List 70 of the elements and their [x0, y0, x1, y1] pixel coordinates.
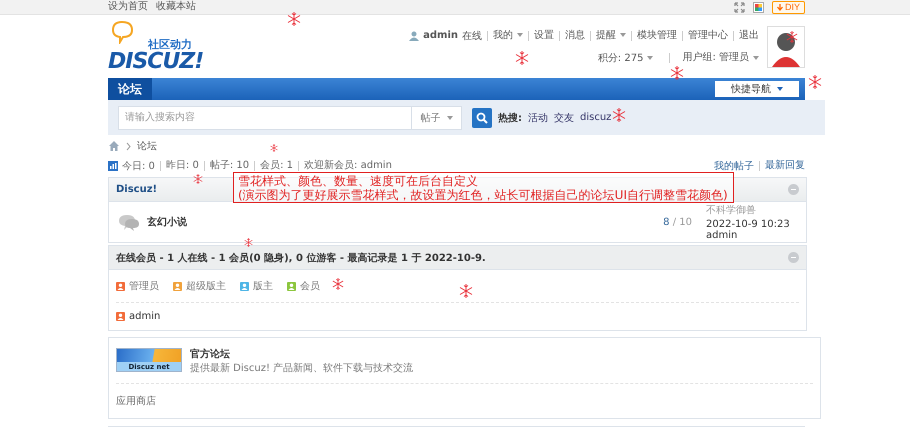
snowflake-icon	[612, 108, 626, 122]
annotation-text: (演示图为了更好展示雪花样式，故设置为红色，站长可根据自己的论坛UI自行调整雪花颜色)	[238, 188, 729, 202]
stats-link[interactable]: 最新回复	[759, 161, 805, 171]
snowflake-icon	[270, 144, 278, 152]
stat-text: 欢迎新会员: admin	[298, 161, 392, 171]
hot-search-link[interactable]: 交友	[554, 110, 574, 124]
credits-link[interactable]: 积分: 275	[598, 50, 644, 64]
legend-label: 会员	[300, 280, 320, 293]
stat-text: 今日: 0	[122, 160, 155, 173]
search-field[interactable]: 请输入搜索内容 帖子	[118, 106, 462, 130]
caret-icon	[647, 56, 654, 60]
quick-nav-button[interactable]: 快捷导航	[715, 81, 799, 97]
forum-name[interactable]: 玄幻小说	[147, 215, 622, 229]
snowflake-icon	[193, 174, 203, 184]
user-menu-link[interactable]: 设置	[528, 30, 554, 40]
user-menu-link[interactable]: 模块管理	[631, 30, 677, 40]
user-menu-link[interactable]: 提醒	[590, 30, 626, 40]
stat-text: 帖子: 10	[204, 161, 250, 171]
top-link[interactable]: 收藏本站	[156, 0, 196, 14]
hot-search-label: 热搜:	[498, 112, 522, 124]
thread-count: 8 / 10	[662, 216, 692, 228]
snowflake-icon	[332, 278, 344, 290]
user-menu-link[interactable]: 管理中心	[682, 30, 728, 40]
last-post-info: 2022-10-9 10:23 admin	[706, 219, 791, 241]
snowflake-icon	[287, 12, 301, 26]
fullscreen-icon	[734, 2, 745, 12]
member-link[interactable]: admin	[129, 311, 160, 322]
hot-search-link[interactable]: discuz	[580, 112, 612, 123]
site-name[interactable]: 官方论坛	[190, 349, 230, 360]
home-icon	[108, 140, 120, 152]
legend-label: 版主	[253, 280, 273, 293]
snowflake-icon	[670, 66, 684, 80]
nav-tab[interactable]: 论坛	[108, 78, 152, 100]
snowflake-icon	[515, 51, 529, 65]
annotation-text: 雪花样式、颜色、数量、速度可在后台自定义	[238, 174, 479, 188]
snowflake-icon	[459, 284, 473, 298]
text-link[interactable]: 应用商店	[116, 396, 156, 407]
avatar[interactable]	[767, 26, 805, 68]
legend-label: 超级版主	[186, 280, 226, 293]
search-button[interactable]	[472, 108, 492, 128]
hot-search-link[interactable]: 活动	[528, 110, 548, 124]
down-arrow-icon	[776, 4, 783, 10]
user-menu-link[interactable]: 消息	[559, 30, 585, 40]
search-icon	[476, 112, 488, 124]
user-menu-link[interactable]: 退出	[733, 30, 759, 40]
site-description: 提供最新 Discuz! 产品新闻、软件下载与技术交流	[190, 362, 414, 375]
palette-icon	[752, 2, 764, 12]
stat-text: 昨日: 0	[160, 161, 199, 171]
stats-link[interactable]: 我的帖子	[714, 159, 754, 173]
user-menu-link[interactable]: 我的	[487, 30, 523, 40]
caret-icon	[753, 56, 759, 60]
user-group-link[interactable]: 用户组: 管理员	[669, 52, 749, 62]
forum-icon	[117, 212, 141, 232]
online-summary: 在线会员 - 1 人在线 - 1 会员(0 隐身), 0 位游客 - 最高记录是 1 于 2022-10-9.	[116, 251, 486, 264]
top-link[interactable]: 设为首页	[108, 0, 148, 14]
snowflake-icon	[808, 75, 822, 89]
chevron-icon	[126, 142, 131, 150]
snowflake-icon	[244, 238, 253, 247]
category-title[interactable]: Discuz!	[116, 184, 158, 195]
snowflake-icon	[786, 31, 798, 43]
user-icon	[409, 30, 420, 40]
stat-text: 会员: 1	[254, 161, 294, 171]
stats-icon	[108, 161, 118, 171]
breadcrumb-link[interactable]: 论坛	[137, 139, 157, 153]
legend-label: 管理员	[129, 280, 159, 293]
username-link[interactable]: admin	[423, 30, 458, 41]
online-status: 在线	[462, 30, 482, 42]
logo-text: DISCUZ!	[108, 49, 204, 74]
speech-bubble-icon	[110, 20, 136, 44]
logo-tagline: 社区动力	[148, 37, 192, 52]
